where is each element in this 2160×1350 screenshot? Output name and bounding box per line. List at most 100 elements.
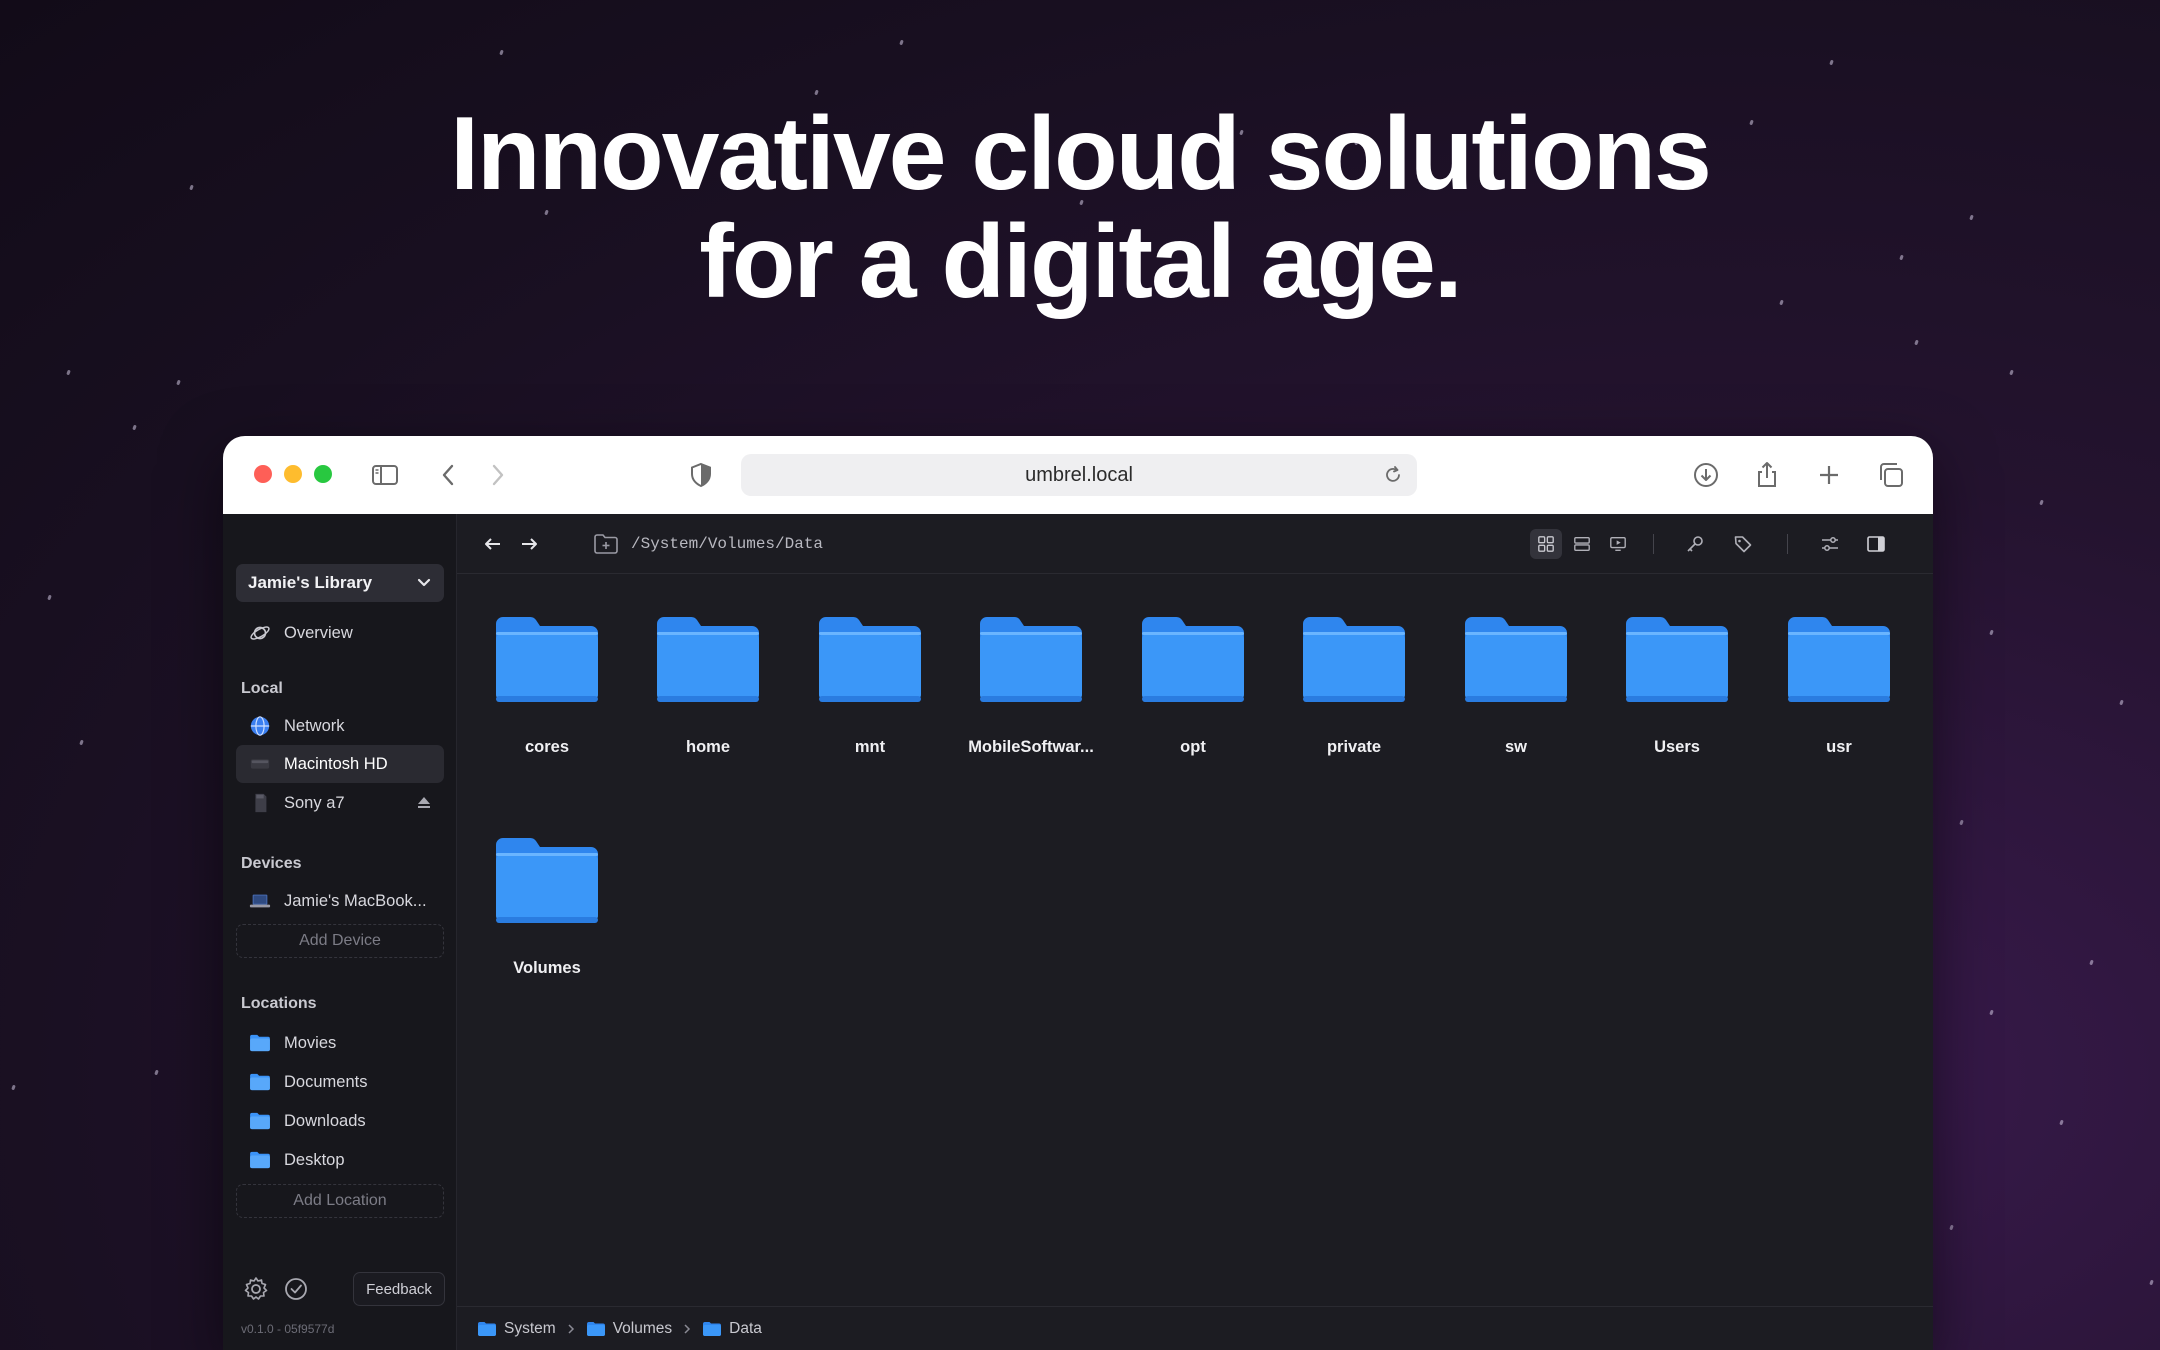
folder-icon	[248, 1109, 272, 1133]
folder-item[interactable]: Users	[1602, 614, 1752, 757]
media-view-button[interactable]	[1602, 529, 1634, 559]
folder-name: private	[1326, 738, 1382, 756]
minimize-window-button[interactable]	[284, 465, 302, 483]
sidebar-item-label: Jamie's MacBook...	[284, 891, 427, 910]
add-device-button[interactable]: Add Device	[236, 924, 444, 958]
folder-item[interactable]: opt	[1118, 614, 1268, 757]
sidebar-item-label: Overview	[284, 623, 353, 642]
folder-item[interactable]: Volumes	[472, 835, 622, 978]
back-chevron-icon[interactable]	[433, 459, 465, 491]
settings-sliders-button[interactable]	[1814, 529, 1846, 559]
folder-name: cores	[524, 738, 570, 756]
reload-icon[interactable]	[1379, 461, 1407, 489]
explorer-toolbar: /System/Volumes/Data	[457, 514, 1933, 574]
folder-name: Users	[1654, 738, 1700, 756]
plus-icon[interactable]	[1813, 459, 1845, 491]
breadcrumb-item[interactable]: Data	[702, 1320, 762, 1338]
url-text: umbrel.local	[1025, 463, 1133, 486]
folder-item[interactable]: sw	[1441, 614, 1591, 757]
breadcrumb-item[interactable]: Volumes	[586, 1320, 672, 1338]
hard-drive-icon	[248, 752, 272, 776]
section-heading-local: Local	[241, 680, 283, 697]
eject-icon[interactable]	[416, 795, 432, 811]
sidebar-item-label: Desktop	[284, 1150, 345, 1169]
folder-item[interactable]: mnt	[795, 614, 945, 757]
folder-icon	[248, 1148, 272, 1172]
sidebar-item-desktop[interactable]: Desktop	[236, 1141, 444, 1179]
address-bar[interactable]: umbrel.local	[741, 454, 1417, 496]
sidebar-item-movies[interactable]: Movies	[236, 1024, 444, 1062]
sidebar-item-label: Downloads	[284, 1111, 366, 1130]
breadcrumb-label: Data	[729, 1319, 762, 1337]
grid-view-button[interactable]	[1530, 529, 1562, 559]
folder-icon	[248, 1070, 272, 1094]
sidebar-item-macbook[interactable]: Jamie's MacBook...	[236, 882, 444, 920]
folder-icon	[1142, 616, 1244, 702]
tag-button[interactable]	[1727, 529, 1759, 559]
shield-icon[interactable]	[685, 459, 717, 491]
planet-icon	[248, 621, 272, 645]
section-heading-locations: Locations	[241, 995, 317, 1012]
sidebar-item-label: Sony a7	[284, 793, 345, 812]
add-location-button[interactable]: Add Location	[236, 1184, 444, 1218]
tabs-icon[interactable]	[1875, 459, 1907, 491]
sliders-icon	[1822, 537, 1838, 551]
sd-card-icon	[248, 791, 272, 815]
sidebar-item-macintosh-hd[interactable]: Macintosh HD	[236, 745, 444, 783]
chevron-down-icon	[417, 578, 431, 587]
key-icon	[1687, 536, 1703, 552]
inspector-panel-icon	[1867, 536, 1885, 552]
zoom-window-button[interactable]	[314, 465, 332, 483]
sidebar-item-sony-a7[interactable]: Sony a7	[236, 784, 444, 822]
folder-icon	[586, 1321, 605, 1336]
list-view-button[interactable]	[1566, 529, 1598, 559]
sidebar-item-downloads[interactable]: Downloads	[236, 1102, 444, 1140]
laptop-icon	[248, 889, 272, 913]
folder-item[interactable]: MobileSoftwar...	[956, 614, 1106, 757]
hero-headline: Innovative cloud solutions for a digital…	[0, 100, 2160, 316]
path-input[interactable]: /System/Volumes/Data	[581, 526, 841, 562]
breadcrumb-label: Volumes	[612, 1319, 673, 1337]
inspector-toggle-button[interactable]	[1860, 529, 1892, 559]
folder-name: home	[685, 738, 730, 756]
feedback-button[interactable]: Feedback	[353, 1272, 445, 1306]
folder-icon	[478, 1321, 496, 1336]
folder-item[interactable]: usr	[1764, 614, 1914, 757]
back-arrow-icon[interactable]	[481, 532, 505, 556]
folder-name: mnt	[854, 738, 886, 756]
new-folder-icon	[594, 534, 618, 554]
sidebar-item-label: Documents	[284, 1072, 368, 1091]
folder-icon	[1303, 616, 1405, 702]
folder-name: MobileSoftwar...	[968, 738, 1094, 756]
file-explorer-app: Jamie's Library Overview Local Network M…	[223, 514, 1933, 1350]
grid-view-icon	[1538, 536, 1554, 552]
sidebar-toggle-icon[interactable]	[369, 459, 401, 491]
folder-icon	[1465, 616, 1567, 702]
folder-icon	[496, 616, 598, 702]
forward-chevron-icon[interactable]	[481, 459, 513, 491]
folder-item[interactable]: private	[1279, 614, 1429, 757]
forward-arrow-icon[interactable]	[517, 532, 541, 556]
key-button[interactable]	[1679, 529, 1711, 559]
sidebar-item-label: Macintosh HD	[284, 754, 388, 773]
folder-name: usr	[1826, 738, 1852, 756]
library-selector[interactable]: Jamie's Library	[236, 564, 444, 602]
path-text: /System/Volumes/Data	[631, 535, 824, 553]
folder-icon	[1788, 616, 1890, 702]
sidebar-item-documents[interactable]: Documents	[236, 1063, 444, 1101]
folder-item[interactable]: home	[633, 614, 783, 757]
breadcrumb: System Volumes Data	[457, 1306, 1933, 1350]
list-view-icon	[1574, 537, 1590, 551]
sidebar-item-overview[interactable]: Overview	[236, 614, 444, 652]
share-icon[interactable]	[1751, 459, 1783, 491]
check-circle-icon[interactable]	[283, 1276, 309, 1302]
close-window-button[interactable]	[254, 465, 272, 483]
folder-icon	[980, 616, 1082, 702]
browser-window: umbrel.local Jamie's Library Overview Lo…	[223, 436, 1933, 1350]
headline-line-1: Innovative cloud solutions	[450, 96, 1712, 212]
sidebar-item-network[interactable]: Network	[236, 707, 444, 745]
breadcrumb-item[interactable]: System	[477, 1320, 556, 1338]
gear-icon[interactable]	[243, 1276, 269, 1302]
folder-item[interactable]: cores	[472, 614, 622, 757]
download-icon[interactable]	[1690, 459, 1722, 491]
